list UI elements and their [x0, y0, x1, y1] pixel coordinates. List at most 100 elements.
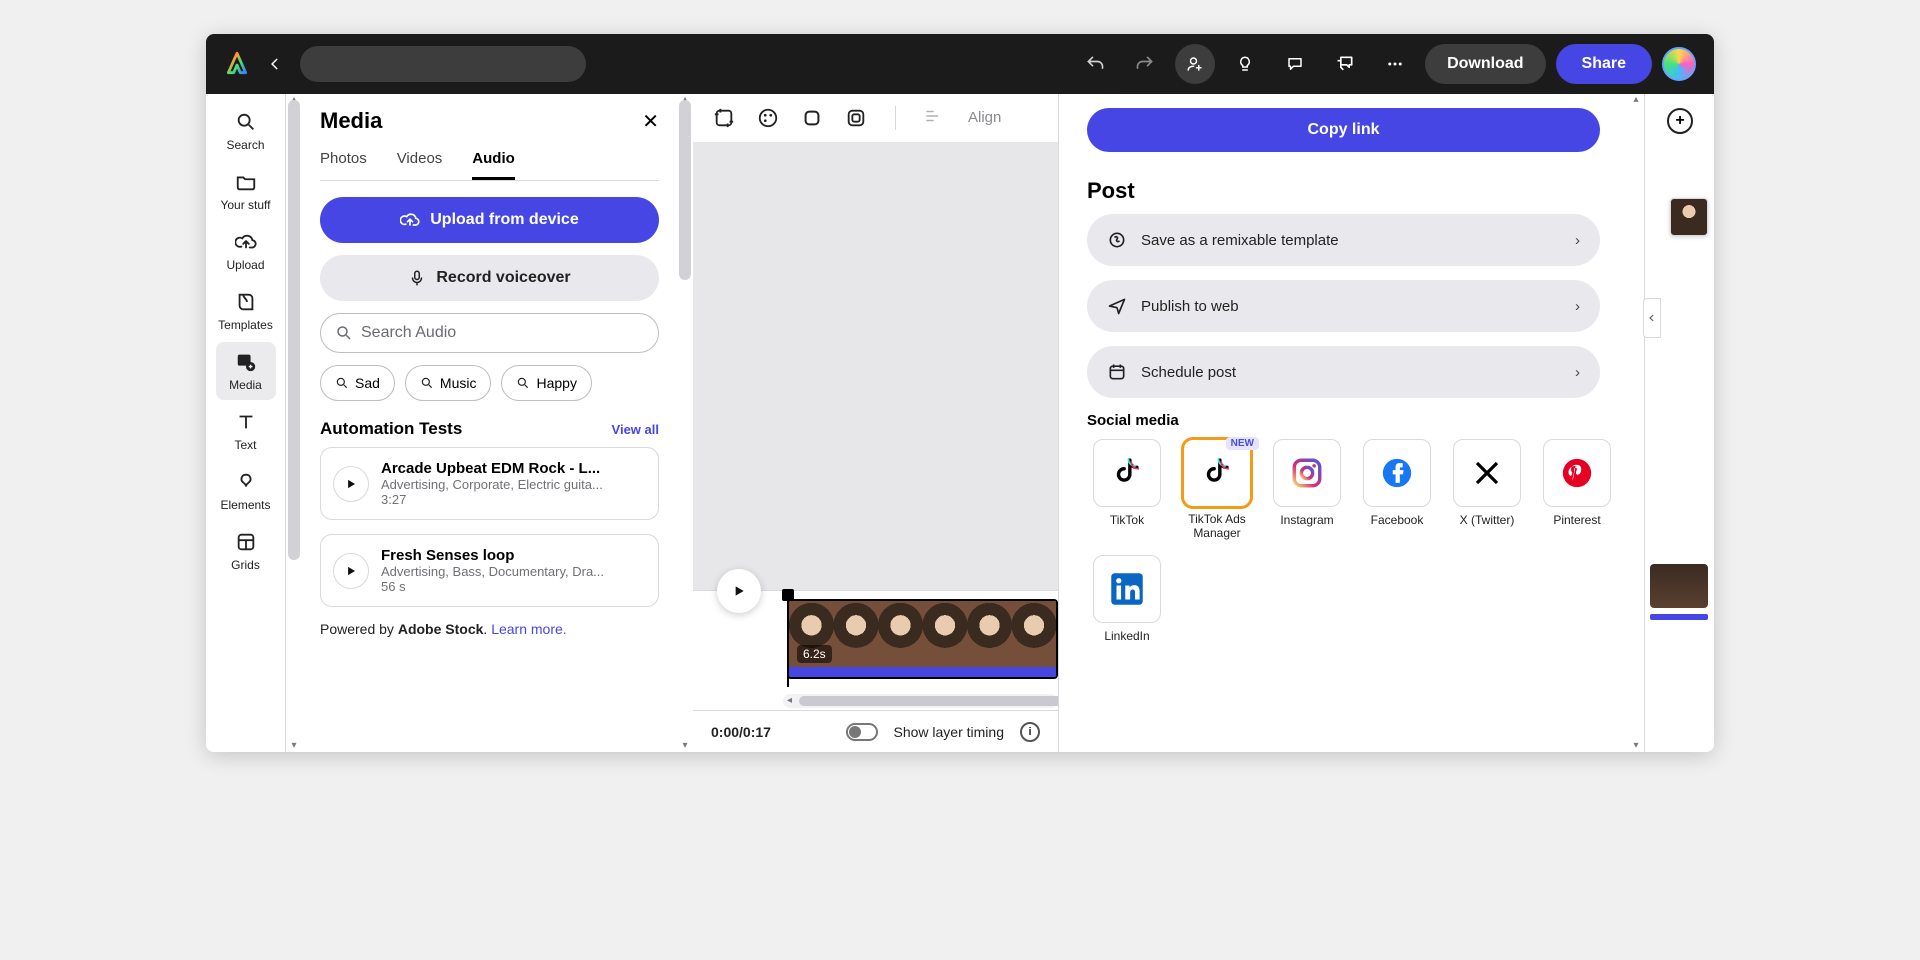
page-thumbnail[interactable] [1650, 564, 1708, 608]
play-icon[interactable] [333, 553, 369, 589]
media-tabs: Photos Videos Audio [320, 144, 659, 181]
social-grid: TikTok NEW TikTok Ads Manager Instagram … [1087, 439, 1600, 541]
play-icon[interactable] [333, 466, 369, 502]
track-tags: Advertising, Corporate, Electric guita..… [381, 477, 646, 492]
text-icon [234, 410, 258, 434]
lightbulb-icon[interactable] [1225, 44, 1265, 84]
rail-scrollbar[interactable]: ▴▾ [286, 94, 302, 752]
record-label: Record voiceover [436, 269, 570, 287]
redo-button[interactable] [1125, 44, 1165, 84]
section-title: Automation Tests [320, 419, 462, 439]
search-placeholder: Search Audio [361, 324, 456, 342]
track-title: Fresh Senses loop [381, 547, 646, 564]
social-instagram[interactable]: Instagram [1267, 439, 1347, 541]
social-tiktok[interactable]: TikTok [1087, 439, 1167, 541]
mask-icon[interactable] [845, 107, 867, 129]
comments-icon[interactable] [1325, 44, 1365, 84]
chip-sad[interactable]: Sad [320, 365, 395, 401]
folder-icon [234, 170, 258, 194]
upload-label: Upload from device [430, 211, 578, 229]
powered-by: Powered by Adobe Stock. Learn more. [320, 621, 659, 637]
tab-audio[interactable]: Audio [472, 144, 515, 180]
add-page-button[interactable]: + [1667, 108, 1693, 134]
more-icon[interactable] [1375, 44, 1415, 84]
social-label: X (Twitter) [1460, 513, 1515, 527]
page-thumbnail[interactable] [1670, 198, 1708, 236]
tab-videos[interactable]: Videos [397, 144, 443, 180]
publish-web-button[interactable]: Publish to web › [1087, 280, 1600, 332]
rail-text[interactable]: Text [216, 402, 276, 460]
layer-timing-toggle[interactable] [846, 723, 878, 741]
rail-media[interactable]: Media [216, 342, 276, 400]
audio-track[interactable]: Arcade Upbeat EDM Rock - L... Advertisin… [320, 447, 659, 520]
sheet-scrollbar[interactable]: ▴▾ [1628, 94, 1644, 752]
rail-your-stuff[interactable]: Your stuff [216, 162, 276, 220]
title-input[interactable] [300, 46, 586, 82]
undo-button[interactable] [1075, 44, 1115, 84]
row-label: Save as a remixable template [1141, 232, 1339, 249]
track-duration: 3:27 [381, 492, 646, 507]
color-icon[interactable] [757, 107, 779, 129]
timeline[interactable]: 6.2s ◂ [693, 590, 1058, 710]
tab-photos[interactable]: Photos [320, 144, 367, 180]
invite-button[interactable] [1175, 44, 1215, 84]
social-tiktok-ads[interactable]: NEW TikTok Ads Manager [1177, 439, 1257, 541]
rail-upload[interactable]: Upload [216, 222, 276, 280]
download-button[interactable]: Download [1425, 44, 1545, 84]
audio-track[interactable]: Fresh Senses loop Advertising, Bass, Doc… [320, 534, 659, 607]
rail-templates[interactable]: Templates [216, 282, 276, 340]
rail-search[interactable]: Search [216, 102, 276, 160]
chip-music[interactable]: Music [405, 365, 492, 401]
chevron-right-icon: › [1575, 298, 1580, 315]
view-all-link[interactable]: View all [612, 422, 659, 437]
track-tags: Advertising, Bass, Documentary, Dra... [381, 564, 646, 579]
social-linkedin[interactable]: LinkedIn [1087, 555, 1167, 643]
right-gutter: + [1644, 94, 1714, 752]
social-label: TikTok Ads Manager [1177, 513, 1257, 541]
crop-icon[interactable] [713, 107, 735, 129]
row-label: Schedule post [1141, 364, 1236, 381]
comment-icon[interactable] [1275, 44, 1315, 84]
schedule-post-button[interactable]: Schedule post › [1087, 346, 1600, 398]
rail-label: Grids [231, 558, 260, 572]
align-label: Align [968, 109, 1001, 126]
chip-happy[interactable]: Happy [501, 365, 591, 401]
social-label: TikTok [1110, 513, 1144, 527]
social-label: Facebook [1371, 513, 1424, 527]
pinterest-icon [1543, 439, 1611, 507]
collapse-button[interactable] [1643, 298, 1661, 338]
rect-icon[interactable] [801, 107, 823, 129]
upload-button[interactable]: Upload from device [320, 197, 659, 243]
social-pinterest[interactable]: Pinterest [1537, 439, 1617, 541]
timeline-scrollbar[interactable]: ◂ [783, 694, 1058, 708]
search-icon [234, 110, 258, 134]
social-facebook[interactable]: Facebook [1357, 439, 1437, 541]
tiktok-icon [1093, 439, 1161, 507]
learn-more-link[interactable]: Learn more. [491, 621, 566, 637]
linkedin-icon [1093, 555, 1161, 623]
canvas[interactable] [693, 142, 1058, 590]
rail-label: Templates [218, 318, 273, 332]
search-input[interactable]: Search Audio [320, 313, 659, 353]
panel-scrollbar[interactable]: ▴▾ [677, 94, 693, 752]
rail-label: Text [234, 438, 256, 452]
rail-elements[interactable]: Elements [216, 462, 276, 520]
social-label: LinkedIn [1104, 629, 1149, 643]
info-icon[interactable]: i [1020, 722, 1040, 742]
share-button[interactable]: Share [1556, 44, 1652, 84]
back-button[interactable] [260, 49, 290, 79]
social-x[interactable]: X (Twitter) [1447, 439, 1527, 541]
social-label: Pinterest [1553, 513, 1600, 527]
timeline-footer: 0:00/0:17 Show layer timing i [693, 710, 1058, 752]
video-clip[interactable]: 6.2s [787, 599, 1058, 679]
align-icon[interactable] [924, 107, 946, 129]
play-button[interactable] [717, 569, 761, 613]
copy-link-button[interactable]: Copy link [1087, 108, 1600, 152]
canvas-toolbar: Align [693, 94, 1058, 142]
rail-grids[interactable]: Grids [216, 522, 276, 580]
save-remixable-button[interactable]: Save as a remixable template › [1087, 214, 1600, 266]
layer-timing-label: Show layer timing [894, 724, 1005, 740]
close-icon[interactable]: ✕ [642, 109, 659, 134]
record-voiceover-button[interactable]: Record voiceover [320, 255, 659, 301]
user-avatar[interactable] [1662, 47, 1696, 81]
